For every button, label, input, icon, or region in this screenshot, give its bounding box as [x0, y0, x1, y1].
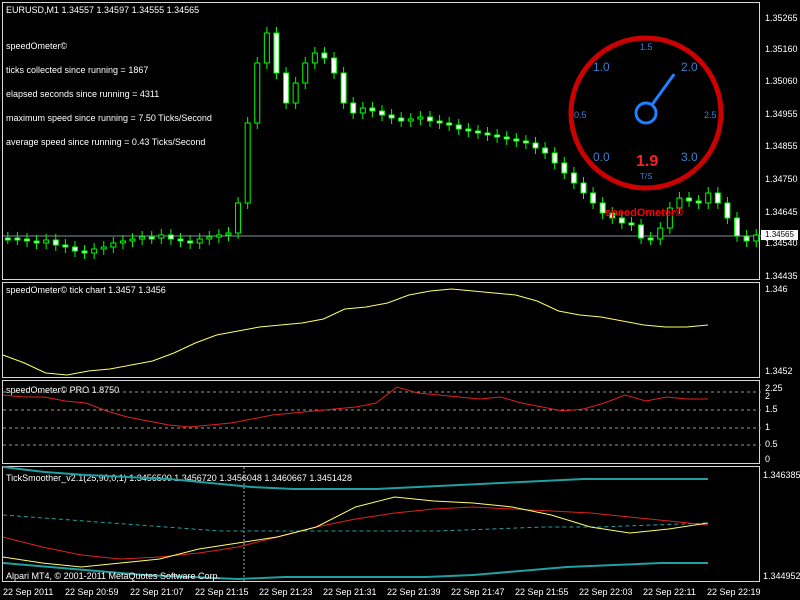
price-tick: 1.34435: [765, 271, 798, 281]
time-label: 22 Sep 21:39: [387, 587, 441, 597]
gauge-scale-label: 1.0: [593, 60, 610, 74]
gauge-scale-label: 1.5: [640, 42, 653, 52]
tick-axis-label: 1.3452: [765, 366, 793, 376]
gauge-scale-label: 2.5: [704, 110, 717, 120]
gauge-scale-label: 0.0: [593, 150, 610, 164]
gauge-unit: T/S: [640, 172, 653, 181]
time-label: 22 Sep 22:11: [643, 587, 696, 597]
tick-chart-pane[interactable]: speedOmeter© tick chart 1.3457 1.3456: [2, 282, 760, 378]
gauge-scale-label: 2.0: [681, 60, 698, 74]
time-label: 22 Sep 22:19: [707, 587, 761, 597]
time-label: 22 Sep 21:15: [195, 587, 249, 597]
price-tick: 1.34955: [765, 109, 798, 119]
smoother-pane[interactable]: TickSmoother_v2.1(25,90,0,1) 1.3456500 1…: [2, 466, 760, 583]
time-axis[interactable]: 22 Sep 2011 22 Sep 20:59 22 Sep 21:07 22…: [0, 584, 761, 600]
smoother-axis-label: 1.344952: [763, 571, 800, 581]
tick-axis-label: 1.346: [765, 284, 788, 294]
time-label: 22 Sep 21:47: [451, 587, 505, 597]
price-tick: 1.35265: [765, 13, 798, 23]
pro-axis-label: 2: [765, 391, 771, 401]
price-tick: 1.35060: [765, 76, 798, 86]
price-tick: 1.34855: [765, 141, 798, 151]
smoother-lines: [2, 466, 709, 583]
gauge-value: 1.9: [636, 153, 659, 170]
copyright: Alpari MT4, © 2001-2011 MetaQuotes Softw…: [6, 571, 221, 581]
time-label: 22 Sep 21:23: [259, 587, 313, 597]
time-label: 22 Sep 22:03: [579, 587, 633, 597]
price-tick: 1.34645: [765, 207, 798, 217]
chart-watermark: speedOmeter©: [605, 207, 684, 219]
price-tick: 1.35160: [765, 44, 798, 54]
gauge-scale-label: 0.5: [574, 110, 587, 120]
current-price-tag: 1.34565: [761, 230, 798, 240]
tick-line: [2, 288, 709, 376]
speedometer-gauge: 0.0 0.5 1.0 1.5 2.0 2.5 3.0 1.9 T/S: [566, 33, 726, 193]
pro-axis-label: 1: [765, 422, 771, 432]
pro-axis-label: 1.5: [765, 404, 778, 414]
price-axis[interactable]: 1.35265 1.35160 1.35060 1.34955 1.34855 …: [761, 0, 800, 600]
time-label: 22 Sep 20:59: [65, 587, 119, 597]
time-label: 22 Sep 2011: [3, 587, 54, 597]
time-label: 22 Sep 21:31: [323, 587, 377, 597]
smoother-axis-label: 1.346385: [763, 470, 800, 480]
time-label: 22 Sep 21:07: [130, 587, 184, 597]
pro-line: [2, 386, 761, 446]
price-tick: 1.34750: [765, 174, 798, 184]
pro-pane[interactable]: speedOmeter© PRO 1.8750: [2, 380, 761, 464]
pro-axis-label: 0.5: [765, 439, 778, 449]
time-label: 22 Sep 21:55: [515, 587, 569, 597]
gauge-scale-label: 3.0: [681, 150, 698, 164]
pro-axis-label: 0: [765, 454, 771, 464]
